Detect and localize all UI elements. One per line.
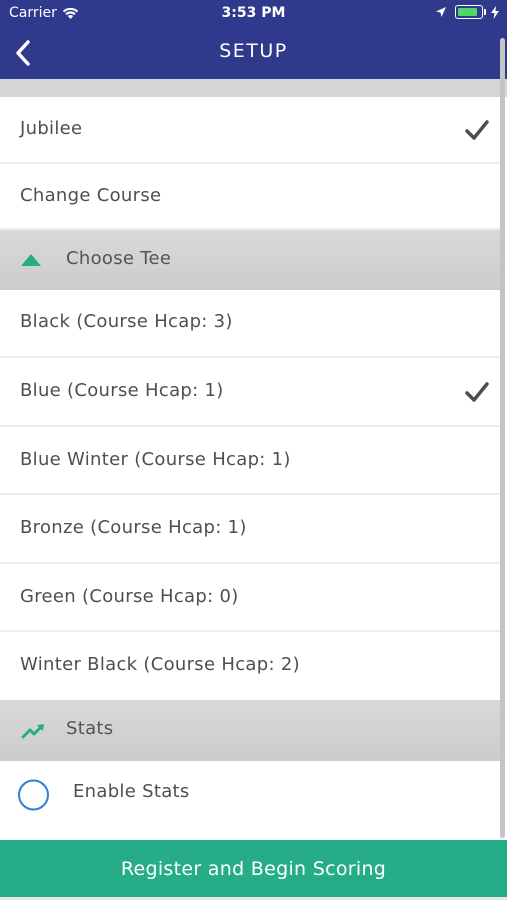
stats-title: Stats xyxy=(66,718,114,739)
tee-option-winter-black[interactable]: Winter Black (Course Hcap: 2) xyxy=(0,632,501,700)
list-top-spacer xyxy=(0,79,507,97)
collapse-arrow-icon xyxy=(21,254,41,266)
tee-option-label: Green (Course Hcap: 0) xyxy=(20,586,239,607)
tee-option-label: Black (Course Hcap: 3) xyxy=(20,311,233,332)
tee-option-bronze[interactable]: Bronze (Course Hcap: 1) xyxy=(0,495,501,564)
setup-list: Jubilee Change Course Choose Tee Black (… xyxy=(0,79,507,839)
enable-stats-row[interactable]: Enable Stats xyxy=(0,761,501,829)
tee-option-label: Blue (Course Hcap: 1) xyxy=(20,380,224,401)
change-course-label: Change Course xyxy=(20,185,162,206)
page-title: SETUP xyxy=(219,40,288,62)
checkmark-icon xyxy=(465,381,489,402)
register-begin-scoring-button[interactable]: Register and Begin Scoring xyxy=(0,840,507,897)
choose-tee-header[interactable]: Choose Tee xyxy=(0,230,501,290)
tee-option-blue[interactable]: Blue (Course Hcap: 1) xyxy=(0,358,501,427)
enable-stats-label: Enable Stats xyxy=(73,781,190,802)
tee-option-green[interactable]: Green (Course Hcap: 0) xyxy=(0,564,501,632)
choose-tee-title: Choose Tee xyxy=(66,248,172,269)
status-right xyxy=(435,5,499,19)
tee-option-label: Winter Black (Course Hcap: 2) xyxy=(20,654,300,675)
change-course-row[interactable]: Change Course xyxy=(0,164,501,230)
tee-option-label: Blue Winter (Course Hcap: 1) xyxy=(20,449,291,470)
charging-bolt-icon xyxy=(491,5,499,19)
location-icon xyxy=(436,7,446,17)
tee-option-label: Bronze (Course Hcap: 1) xyxy=(20,517,247,538)
checkmark-icon xyxy=(465,119,489,140)
course-name: Jubilee xyxy=(20,118,83,139)
enable-stats-radio[interactable] xyxy=(18,779,49,811)
tee-option-black[interactable]: Black (Course Hcap: 3) xyxy=(0,290,501,358)
tee-option-blue-winter[interactable]: Blue Winter (Course Hcap: 1) xyxy=(0,427,501,495)
status-bar: Carrier 3:53 PM xyxy=(0,0,507,28)
trend-up-icon xyxy=(21,723,44,738)
selected-course-row[interactable]: Jubilee xyxy=(0,97,501,164)
header: Carrier 3:53 PM SETUP xyxy=(0,0,507,79)
nav-bar: SETUP xyxy=(0,28,507,79)
battery-icon xyxy=(455,5,486,19)
scrollbar[interactable] xyxy=(500,38,505,838)
register-begin-scoring-label: Register and Begin Scoring xyxy=(120,857,387,880)
stats-header[interactable]: Stats xyxy=(0,700,501,761)
status-time: 3:53 PM xyxy=(221,5,286,21)
